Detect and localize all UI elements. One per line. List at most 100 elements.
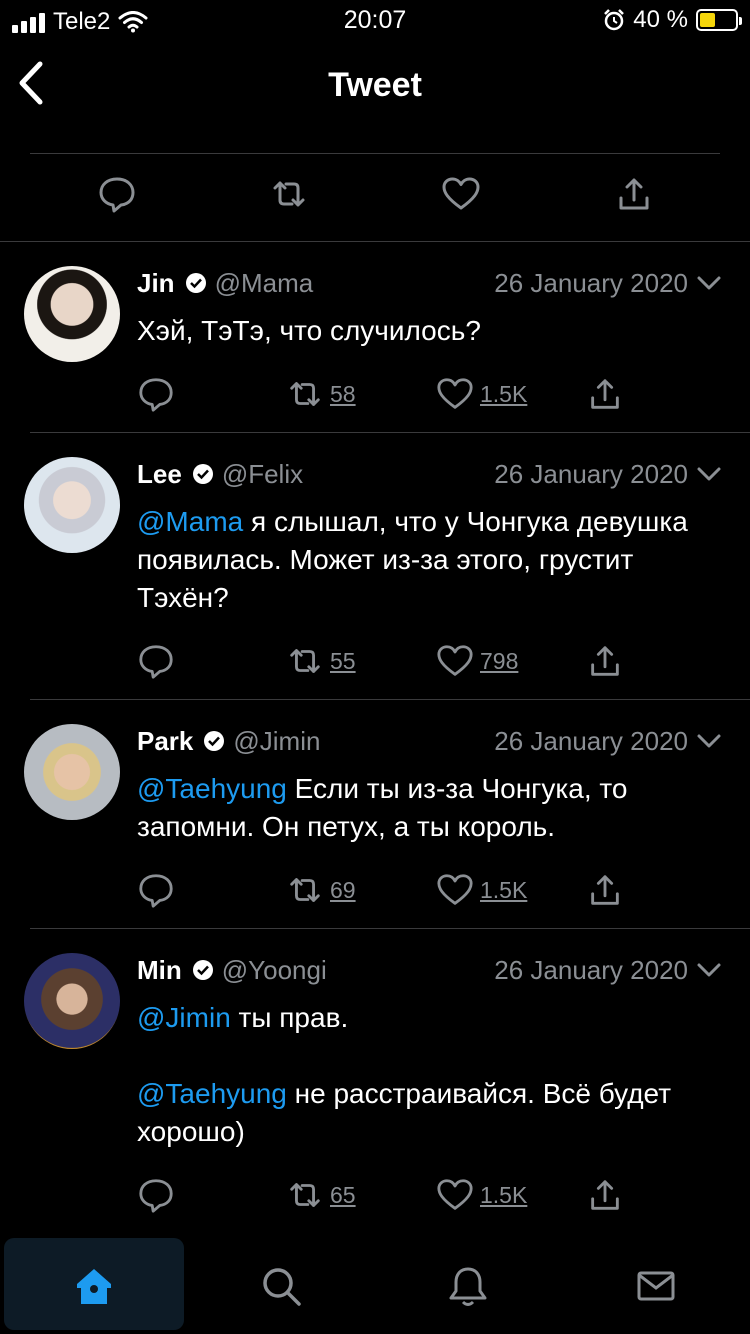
speech-bubble-icon (139, 874, 173, 908)
chevron-down-icon[interactable] (696, 962, 722, 978)
speech-bubble-icon (139, 378, 173, 412)
retweet-button[interactable]: 69 (286, 870, 356, 910)
share-button[interactable] (586, 870, 624, 910)
like-button[interactable]: 798 (436, 641, 518, 681)
reply-button[interactable] (137, 641, 175, 681)
battery-icon (696, 9, 742, 31)
verified-badge-icon (192, 464, 213, 484)
search-icon[interactable] (259, 1264, 303, 1308)
battery-level (700, 13, 716, 27)
author-name[interactable]: Jin (137, 268, 175, 299)
avatar[interactable] (24, 266, 120, 362)
heart-icon (437, 1179, 473, 1210)
verified-badge-icon (192, 960, 213, 980)
tweet-date: 26 January 2020 (494, 954, 688, 985)
avatar[interactable] (24, 953, 120, 1049)
retweet-icon[interactable] (269, 174, 309, 214)
verified-badge-icon (204, 731, 225, 751)
like-button[interactable]: 1.5K (436, 374, 527, 414)
retweet-count[interactable]: 55 (330, 648, 356, 675)
tweet-meta: Jin @Mama 26 January 2020 (137, 266, 722, 300)
chevron-down-icon[interactable] (696, 275, 722, 291)
share-icon (591, 646, 619, 676)
reply-button[interactable] (137, 870, 175, 910)
header: Tweet (0, 40, 750, 130)
tweet-text: Хэй, ТэТэ, что случилось? (137, 312, 727, 350)
heart-icon[interactable] (441, 174, 481, 214)
reply-button[interactable] (137, 374, 175, 414)
like-count[interactable]: 798 (480, 648, 518, 675)
retweet-button[interactable]: 55 (286, 641, 356, 681)
tweet-text-segment: ты прав. (230, 1002, 349, 1033)
home-icon[interactable] (72, 1264, 116, 1308)
tweet-date: 26 January 2020 (494, 725, 688, 756)
avatar[interactable] (24, 724, 120, 820)
tweet-actions: 55 798 (137, 641, 637, 681)
author-handle[interactable]: @Mama (215, 268, 314, 299)
tweet-actions: 58 1.5K (137, 374, 637, 414)
avatar[interactable] (24, 457, 120, 553)
author-handle[interactable]: @Jimin (233, 726, 320, 757)
author-handle[interactable]: @Yoongi (222, 955, 327, 986)
author-name[interactable]: Lee (137, 459, 182, 490)
speech-bubble-icon (139, 645, 173, 679)
speech-bubble-icon (139, 1179, 173, 1213)
share-button[interactable] (586, 374, 624, 414)
reply-tweet[interactable]: Park @Jimin 26 January 2020 @Taehyung Ес… (0, 700, 750, 929)
retweet-icon (290, 878, 320, 902)
divider (30, 153, 720, 154)
share-button[interactable] (586, 641, 624, 681)
chevron-down-icon[interactable] (696, 733, 722, 749)
mention-link[interactable]: @Mama (137, 506, 243, 537)
retweet-count[interactable]: 69 (330, 877, 356, 904)
author-name[interactable]: Min (137, 955, 182, 986)
speech-bubble-icon[interactable] (97, 174, 137, 214)
tweet-date: 26 January 2020 (494, 458, 688, 489)
page-title: Tweet (328, 66, 422, 104)
envelope-icon[interactable] (634, 1264, 678, 1308)
retweet-count[interactable]: 65 (330, 1182, 356, 1209)
like-count[interactable]: 1.5K (480, 381, 527, 408)
battery-percent: 40 % (633, 6, 688, 33)
like-count[interactable]: 1.5K (480, 1182, 527, 1209)
status-right: 40 % (603, 6, 742, 34)
alarm-icon (604, 9, 625, 31)
author-name[interactable]: Park (137, 726, 193, 757)
tweet-text-segment: Хэй, ТэТэ, что случилось? (137, 315, 481, 346)
tweet-actions: 69 1.5K (137, 870, 637, 910)
like-count[interactable]: 1.5K (480, 877, 527, 904)
tweet-actions: 65 1.5K (137, 1175, 637, 1215)
reply-tweet[interactable]: Min @Yoongi 26 January 2020 @Jimin ты пр… (0, 929, 750, 1229)
heart-icon (437, 645, 473, 676)
tweet-text: @Jimin ты прав. @Taehyung не расстраивайс… (137, 999, 727, 1151)
bell-icon[interactable] (446, 1264, 490, 1308)
tweet-text: @Mama я слышал, что у Чонгука девушка по… (137, 503, 727, 617)
share-button[interactable] (586, 1175, 624, 1215)
share-icon (591, 1180, 619, 1210)
reply-tweet[interactable]: Jin @Mama 26 January 2020 Хэй, ТэТэ, что… (0, 242, 750, 433)
author-handle[interactable]: @Felix (222, 459, 303, 490)
retweet-button[interactable]: 58 (286, 374, 356, 414)
retweet-icon (290, 382, 320, 406)
status-bar: Tele2 20:07 40 % (0, 0, 750, 40)
retweet-count[interactable]: 58 (330, 381, 356, 408)
bottom-nav (0, 1238, 750, 1334)
like-button[interactable]: 1.5K (436, 870, 527, 910)
retweet-icon (290, 649, 320, 673)
retweet-icon (290, 1183, 320, 1207)
tweet-meta: Park @Jimin 26 January 2020 (137, 724, 722, 758)
tweet-meta: Min @Yoongi 26 January 2020 (137, 953, 722, 987)
share-icon (591, 379, 619, 409)
mention-link[interactable]: @Taehyung (137, 1078, 287, 1109)
verified-badge-icon (185, 273, 206, 293)
share-icon[interactable] (614, 174, 654, 214)
mention-link[interactable]: @Taehyung (137, 773, 287, 804)
retweet-button[interactable]: 65 (286, 1175, 356, 1215)
chevron-down-icon[interactable] (696, 466, 722, 482)
main-tweet-actions (0, 170, 750, 230)
reply-button[interactable] (137, 1175, 175, 1215)
heart-icon (437, 378, 473, 409)
mention-link[interactable]: @Jimin (137, 1002, 231, 1033)
like-button[interactable]: 1.5K (436, 1175, 527, 1215)
reply-tweet[interactable]: Lee @Felix 26 January 2020 @Mama я слыша… (0, 433, 750, 700)
